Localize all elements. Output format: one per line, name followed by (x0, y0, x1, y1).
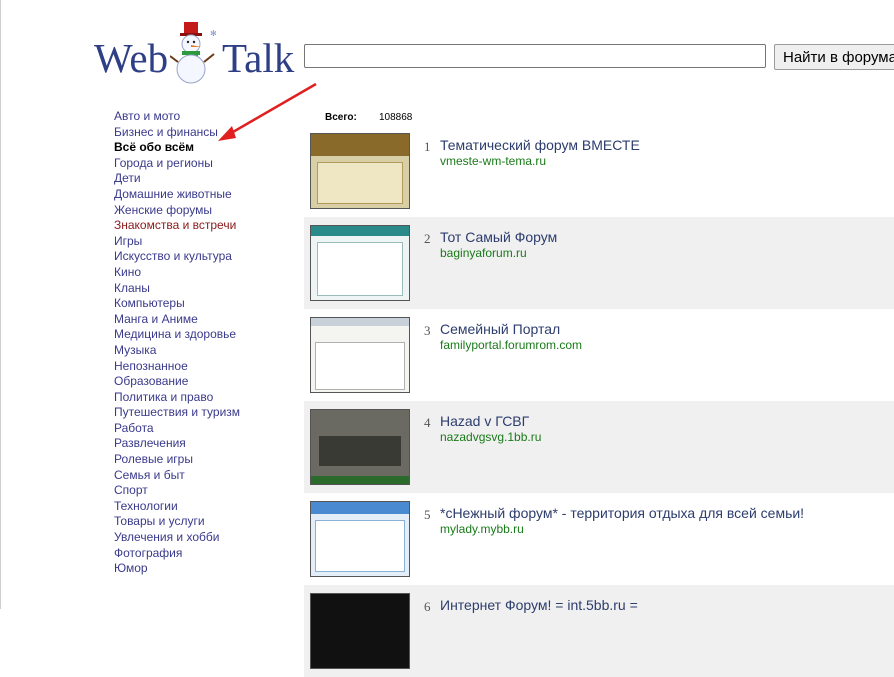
category-item[interactable]: Бизнес и финансы (114, 125, 294, 141)
forum-url: vmeste-wm-tema.ru (440, 154, 547, 168)
category-item[interactable]: Авто и мото (114, 109, 294, 125)
category-item[interactable]: Семья и быт (114, 468, 294, 484)
forum-rank: 6 (424, 599, 431, 614)
snowman-icon: ✻ (170, 22, 217, 84)
category-item[interactable]: Ролевые игры (114, 452, 294, 468)
forum-title-link[interactable]: Hazad v ГСВГ (440, 413, 529, 429)
category-item[interactable]: Товары и услуги (114, 514, 294, 530)
category-item[interactable]: Домашние животные (114, 187, 294, 203)
category-item[interactable]: Знакомства и встречи (114, 218, 294, 234)
forum-url: familyportal.forumrom.com (440, 338, 583, 352)
category-item[interactable]: Технологии (114, 499, 294, 515)
forum-title-link[interactable]: Тот Самый Форум (440, 229, 557, 245)
forum-item: 1 Тематический форум ВМЕСТЕ vmeste-wm-tema… (304, 125, 894, 217)
forum-thumbnail[interactable] (310, 409, 410, 485)
total-value: 108868 (379, 112, 413, 123)
category-item[interactable]: Спорт (114, 483, 294, 499)
forum-url: mylady.mybb.ru (440, 522, 524, 536)
logo-word-web: Web (94, 35, 169, 81)
category-item[interactable]: Юмор (114, 561, 294, 577)
forum-thumbnail[interactable] (310, 225, 410, 301)
category-item[interactable]: Музыка (114, 343, 294, 359)
category-item[interactable]: Образование (114, 374, 294, 390)
forum-item: 3 Семейный Портал familyportal.forumrom.co… (304, 309, 894, 401)
forum-thumbnail[interactable] (310, 133, 410, 209)
category-item[interactable]: Медицина и здоровье (114, 327, 294, 343)
category-item[interactable]: Кланы (114, 281, 294, 297)
category-item[interactable]: Путешествия и туризм (114, 405, 294, 421)
total-count: Всего: 108868 (325, 112, 412, 123)
forum-url: baginyaforum.ru (440, 246, 527, 260)
category-item[interactable]: Увлечения и хобби (114, 530, 294, 546)
category-item[interactable]: Кино (114, 265, 294, 281)
forum-title-link[interactable]: Семейный Портал (440, 321, 560, 337)
forum-rank: 5 (424, 507, 431, 522)
category-item[interactable]: Политика и право (114, 390, 294, 406)
category-item[interactable]: Игры (114, 234, 294, 250)
forum-title-link[interactable]: Интернет Форум! = int.5bb.ru = (440, 597, 638, 613)
category-item[interactable]: Фотография (114, 546, 294, 562)
forum-thumbnail[interactable] (310, 501, 410, 577)
forum-url: nazadvgsvg.1bb.ru (440, 430, 542, 444)
category-item[interactable]: Манга и Аниме (114, 312, 294, 328)
forum-rank: 4 (424, 415, 431, 430)
category-item[interactable]: Компьютеры (114, 296, 294, 312)
forum-item: 5 *сНежный форум* - территория отдыха для… (304, 493, 894, 585)
page-left-border (0, 0, 1, 609)
category-item[interactable]: Работа (114, 421, 294, 437)
category-item[interactable]: Всё обо всём (114, 140, 294, 156)
site-logo[interactable]: Web ✻ Talk (94, 22, 294, 86)
search-input[interactable] (304, 44, 766, 68)
forum-list: 1 Тематический форум ВМЕСТЕ vmeste-wm-tema… (304, 125, 894, 677)
total-label: Всего: (325, 112, 357, 123)
category-item[interactable]: Города и регионы (114, 156, 294, 172)
forum-rank: 1 (424, 139, 431, 154)
category-item[interactable]: Непознанное (114, 359, 294, 375)
forum-title-link[interactable]: Тематический форум ВМЕСТЕ (440, 137, 640, 153)
forum-title-link[interactable]: *сНежный форум* - территория отдыха для … (440, 505, 804, 521)
forum-rank: 2 (424, 231, 431, 246)
search-button[interactable]: Найти в форумах (774, 44, 894, 70)
category-item[interactable]: Дети (114, 171, 294, 187)
logo-word-talk: Talk (222, 35, 295, 81)
forum-thumbnail[interactable] (310, 317, 410, 393)
forum-item: 6 Интернет Форум! = int.5bb.ru = (304, 585, 894, 677)
forum-thumbnail[interactable] (310, 593, 410, 669)
forum-item: 4 Hazad v ГСВГ nazadvgsvg.1bb.ru (304, 401, 894, 493)
category-list: Авто и мото Бизнес и финансы Всё обо всём Г… (114, 109, 294, 577)
category-item[interactable]: Искусство и культура (114, 249, 294, 265)
category-item[interactable]: Развлечения (114, 436, 294, 452)
category-item[interactable]: Женские форумы (114, 203, 294, 219)
svg-text:✻: ✻ (210, 29, 217, 38)
forum-rank: 3 (424, 323, 431, 338)
forum-item: 2 Тот Самый Форум baginyaforum.ru (304, 217, 894, 309)
